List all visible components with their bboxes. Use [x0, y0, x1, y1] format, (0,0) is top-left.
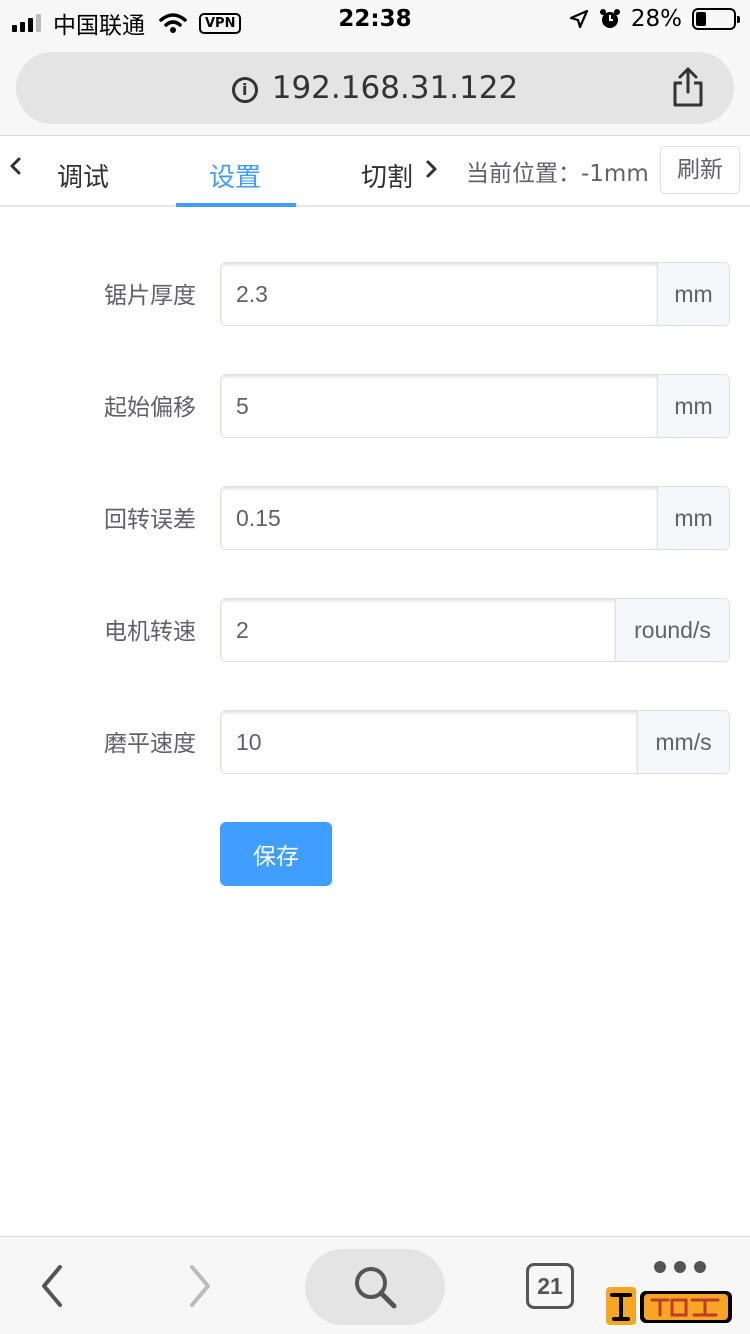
more-menu-icon[interactable]	[654, 1261, 706, 1273]
field-label: 电机转速	[104, 619, 196, 645]
motor-speed-input[interactable]	[221, 599, 615, 661]
tab-count-button[interactable]: 21	[526, 1263, 574, 1309]
input-group: mm	[220, 374, 730, 438]
address-bar[interactable]: i 192.168.31.122	[16, 52, 734, 124]
chevron-right-icon[interactable]	[422, 157, 442, 181]
url-text: 192.168.31.122	[271, 70, 519, 106]
current-position-label: 当前位置：-1mm	[466, 161, 649, 187]
unit-label: mm	[657, 487, 729, 549]
search-icon	[355, 1267, 397, 1309]
form-row-start-offset: 起始偏移 mm	[0, 374, 750, 438]
form-row-rotation-error: 回转误差 mm	[0, 486, 750, 550]
info-icon[interactable]: i	[231, 77, 258, 103]
start-offset-input[interactable]	[221, 375, 657, 437]
watermark-logo	[606, 1287, 732, 1325]
forward-icon[interactable]	[182, 1261, 218, 1311]
battery-icon	[692, 8, 740, 30]
unit-label: mm	[657, 263, 729, 325]
blade-thickness-input[interactable]	[221, 263, 657, 325]
unit-label: mm	[657, 375, 729, 437]
chevron-left-icon[interactable]	[4, 151, 28, 181]
field-label: 磨平速度	[104, 731, 196, 757]
location-arrow-icon	[569, 9, 588, 29]
field-label: 起始偏移	[104, 395, 196, 421]
save-button[interactable]: 保存	[220, 822, 332, 886]
search-button[interactable]	[305, 1249, 445, 1325]
browser-toolbar: 21	[0, 1236, 750, 1334]
back-icon[interactable]	[34, 1261, 70, 1311]
form-row-grinding-speed: 磨平速度 mm/s	[0, 710, 750, 774]
field-label: 锯片厚度	[104, 283, 196, 309]
tab-settings[interactable]: 设置	[209, 157, 261, 194]
input-group: mm	[220, 262, 730, 326]
status-bar: 中国联通 VPN 22:38 28%	[0, 0, 750, 40]
share-icon[interactable]	[670, 66, 706, 108]
battery-percent: 28%	[630, 6, 682, 32]
status-right: 28%	[569, 6, 740, 32]
form-row-blade-thickness: 锯片厚度 mm	[0, 262, 750, 326]
alarm-icon	[599, 9, 620, 28]
tab-bar: 调试 设置 切割 当前位置：-1mm 刷新	[0, 137, 750, 207]
field-label: 回转误差	[104, 507, 196, 533]
form-row-motor-speed: 电机转速 round/s	[0, 598, 750, 662]
refresh-button[interactable]: 刷新	[660, 146, 740, 194]
rotation-error-input[interactable]	[221, 487, 657, 549]
tab-debug[interactable]: 调试	[57, 157, 109, 194]
unit-label: round/s	[615, 599, 729, 661]
tab-cut[interactable]: 切割	[361, 157, 413, 194]
input-group: mm/s	[220, 710, 730, 774]
input-group: round/s	[220, 598, 730, 662]
grinding-speed-input[interactable]	[221, 711, 637, 773]
unit-label: mm/s	[637, 711, 729, 773]
url-display[interactable]: i 192.168.31.122	[16, 70, 734, 106]
input-group: mm	[220, 486, 730, 550]
address-bar-area: i 192.168.31.122	[0, 40, 750, 136]
active-tab-indicator	[176, 203, 296, 207]
